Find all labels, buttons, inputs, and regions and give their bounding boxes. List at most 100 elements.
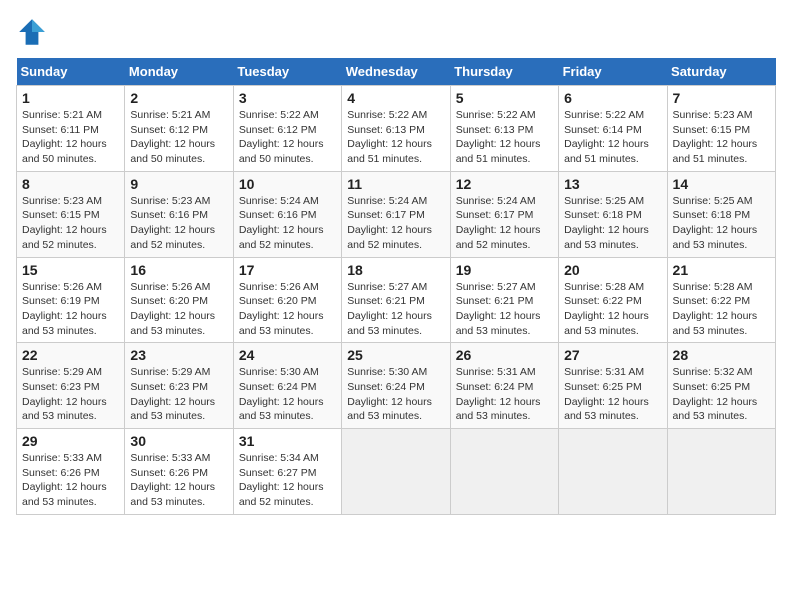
- header: [16, 16, 776, 48]
- calendar-cell: 2 Sunrise: 5:21 AMSunset: 6:12 PMDayligh…: [125, 86, 233, 172]
- day-detail: Sunrise: 5:22 AMSunset: 6:13 PMDaylight:…: [347, 109, 432, 165]
- calendar-cell: 10 Sunrise: 5:24 AMSunset: 6:16 PMDaylig…: [233, 171, 341, 257]
- day-number: 7: [673, 90, 770, 106]
- day-number: 21: [673, 262, 770, 278]
- calendar-cell: 1 Sunrise: 5:21 AMSunset: 6:11 PMDayligh…: [17, 86, 125, 172]
- day-number: 25: [347, 347, 444, 363]
- day-number: 12: [456, 176, 553, 192]
- day-detail: Sunrise: 5:25 AMSunset: 6:18 PMDaylight:…: [564, 195, 649, 251]
- calendar-cell: 26 Sunrise: 5:31 AMSunset: 6:24 PMDaylig…: [450, 343, 558, 429]
- day-detail: Sunrise: 5:28 AMSunset: 6:22 PMDaylight:…: [673, 281, 758, 337]
- calendar-cell: [667, 429, 775, 515]
- day-number: 23: [130, 347, 227, 363]
- day-number: 13: [564, 176, 661, 192]
- col-header-sunday: Sunday: [17, 58, 125, 86]
- day-detail: Sunrise: 5:23 AMSunset: 6:15 PMDaylight:…: [673, 109, 758, 165]
- day-number: 20: [564, 262, 661, 278]
- day-detail: Sunrise: 5:31 AMSunset: 6:24 PMDaylight:…: [456, 366, 541, 422]
- calendar-cell: 25 Sunrise: 5:30 AMSunset: 6:24 PMDaylig…: [342, 343, 450, 429]
- day-number: 17: [239, 262, 336, 278]
- calendar-cell: 18 Sunrise: 5:27 AMSunset: 6:21 PMDaylig…: [342, 257, 450, 343]
- day-number: 19: [456, 262, 553, 278]
- calendar-cell: 30 Sunrise: 5:33 AMSunset: 6:26 PMDaylig…: [125, 429, 233, 515]
- calendar-cell: 4 Sunrise: 5:22 AMSunset: 6:13 PMDayligh…: [342, 86, 450, 172]
- day-number: 6: [564, 90, 661, 106]
- calendar-cell: 23 Sunrise: 5:29 AMSunset: 6:23 PMDaylig…: [125, 343, 233, 429]
- calendar-cell: 31 Sunrise: 5:34 AMSunset: 6:27 PMDaylig…: [233, 429, 341, 515]
- calendar-cell: 20 Sunrise: 5:28 AMSunset: 6:22 PMDaylig…: [559, 257, 667, 343]
- day-detail: Sunrise: 5:22 AMSunset: 6:14 PMDaylight:…: [564, 109, 649, 165]
- day-number: 18: [347, 262, 444, 278]
- day-detail: Sunrise: 5:27 AMSunset: 6:21 PMDaylight:…: [456, 281, 541, 337]
- calendar-cell: 7 Sunrise: 5:23 AMSunset: 6:15 PMDayligh…: [667, 86, 775, 172]
- day-number: 9: [130, 176, 227, 192]
- day-number: 2: [130, 90, 227, 106]
- calendar-cell: 21 Sunrise: 5:28 AMSunset: 6:22 PMDaylig…: [667, 257, 775, 343]
- day-detail: Sunrise: 5:33 AMSunset: 6:26 PMDaylight:…: [22, 452, 107, 508]
- calendar-cell: 19 Sunrise: 5:27 AMSunset: 6:21 PMDaylig…: [450, 257, 558, 343]
- day-detail: Sunrise: 5:24 AMSunset: 6:16 PMDaylight:…: [239, 195, 324, 251]
- day-detail: Sunrise: 5:33 AMSunset: 6:26 PMDaylight:…: [130, 452, 215, 508]
- day-number: 22: [22, 347, 119, 363]
- calendar-row-3: 22 Sunrise: 5:29 AMSunset: 6:23 PMDaylig…: [17, 343, 776, 429]
- day-number: 8: [22, 176, 119, 192]
- day-detail: Sunrise: 5:28 AMSunset: 6:22 PMDaylight:…: [564, 281, 649, 337]
- calendar-cell: 16 Sunrise: 5:26 AMSunset: 6:20 PMDaylig…: [125, 257, 233, 343]
- day-detail: Sunrise: 5:29 AMSunset: 6:23 PMDaylight:…: [22, 366, 107, 422]
- day-number: 15: [22, 262, 119, 278]
- calendar-cell: 3 Sunrise: 5:22 AMSunset: 6:12 PMDayligh…: [233, 86, 341, 172]
- day-detail: Sunrise: 5:24 AMSunset: 6:17 PMDaylight:…: [456, 195, 541, 251]
- day-detail: Sunrise: 5:22 AMSunset: 6:13 PMDaylight:…: [456, 109, 541, 165]
- calendar-row-4: 29 Sunrise: 5:33 AMSunset: 6:26 PMDaylig…: [17, 429, 776, 515]
- day-detail: Sunrise: 5:26 AMSunset: 6:19 PMDaylight:…: [22, 281, 107, 337]
- col-header-saturday: Saturday: [667, 58, 775, 86]
- day-detail: Sunrise: 5:30 AMSunset: 6:24 PMDaylight:…: [347, 366, 432, 422]
- calendar-cell: [450, 429, 558, 515]
- calendar-cell: 22 Sunrise: 5:29 AMSunset: 6:23 PMDaylig…: [17, 343, 125, 429]
- day-number: 27: [564, 347, 661, 363]
- day-number: 31: [239, 433, 336, 449]
- col-header-monday: Monday: [125, 58, 233, 86]
- day-detail: Sunrise: 5:24 AMSunset: 6:17 PMDaylight:…: [347, 195, 432, 251]
- day-number: 5: [456, 90, 553, 106]
- calendar-cell: 24 Sunrise: 5:30 AMSunset: 6:24 PMDaylig…: [233, 343, 341, 429]
- day-detail: Sunrise: 5:25 AMSunset: 6:18 PMDaylight:…: [673, 195, 758, 251]
- day-detail: Sunrise: 5:29 AMSunset: 6:23 PMDaylight:…: [130, 366, 215, 422]
- calendar-cell: 9 Sunrise: 5:23 AMSunset: 6:16 PMDayligh…: [125, 171, 233, 257]
- day-detail: Sunrise: 5:34 AMSunset: 6:27 PMDaylight:…: [239, 452, 324, 508]
- col-header-tuesday: Tuesday: [233, 58, 341, 86]
- calendar-cell: 27 Sunrise: 5:31 AMSunset: 6:25 PMDaylig…: [559, 343, 667, 429]
- calendar-table: SundayMondayTuesdayWednesdayThursdayFrid…: [16, 58, 776, 515]
- day-detail: Sunrise: 5:21 AMSunset: 6:12 PMDaylight:…: [130, 109, 215, 165]
- calendar-cell: 6 Sunrise: 5:22 AMSunset: 6:14 PMDayligh…: [559, 86, 667, 172]
- calendar-cell: 11 Sunrise: 5:24 AMSunset: 6:17 PMDaylig…: [342, 171, 450, 257]
- calendar-cell: 29 Sunrise: 5:33 AMSunset: 6:26 PMDaylig…: [17, 429, 125, 515]
- logo-icon: [16, 16, 48, 48]
- day-number: 3: [239, 90, 336, 106]
- day-number: 10: [239, 176, 336, 192]
- day-number: 16: [130, 262, 227, 278]
- col-header-thursday: Thursday: [450, 58, 558, 86]
- day-number: 28: [673, 347, 770, 363]
- logo: [16, 16, 52, 48]
- calendar-cell: 15 Sunrise: 5:26 AMSunset: 6:19 PMDaylig…: [17, 257, 125, 343]
- day-detail: Sunrise: 5:31 AMSunset: 6:25 PMDaylight:…: [564, 366, 649, 422]
- calendar-cell: 5 Sunrise: 5:22 AMSunset: 6:13 PMDayligh…: [450, 86, 558, 172]
- calendar-cell: 13 Sunrise: 5:25 AMSunset: 6:18 PMDaylig…: [559, 171, 667, 257]
- day-number: 11: [347, 176, 444, 192]
- day-number: 30: [130, 433, 227, 449]
- calendar-cell: 17 Sunrise: 5:26 AMSunset: 6:20 PMDaylig…: [233, 257, 341, 343]
- day-detail: Sunrise: 5:23 AMSunset: 6:16 PMDaylight:…: [130, 195, 215, 251]
- day-detail: Sunrise: 5:21 AMSunset: 6:11 PMDaylight:…: [22, 109, 107, 165]
- day-number: 4: [347, 90, 444, 106]
- header-row: SundayMondayTuesdayWednesdayThursdayFrid…: [17, 58, 776, 86]
- day-number: 29: [22, 433, 119, 449]
- col-header-wednesday: Wednesday: [342, 58, 450, 86]
- calendar-cell: [342, 429, 450, 515]
- calendar-cell: 8 Sunrise: 5:23 AMSunset: 6:15 PMDayligh…: [17, 171, 125, 257]
- day-detail: Sunrise: 5:27 AMSunset: 6:21 PMDaylight:…: [347, 281, 432, 337]
- day-number: 14: [673, 176, 770, 192]
- calendar-cell: 12 Sunrise: 5:24 AMSunset: 6:17 PMDaylig…: [450, 171, 558, 257]
- calendar-row-1: 8 Sunrise: 5:23 AMSunset: 6:15 PMDayligh…: [17, 171, 776, 257]
- calendar-cell: [559, 429, 667, 515]
